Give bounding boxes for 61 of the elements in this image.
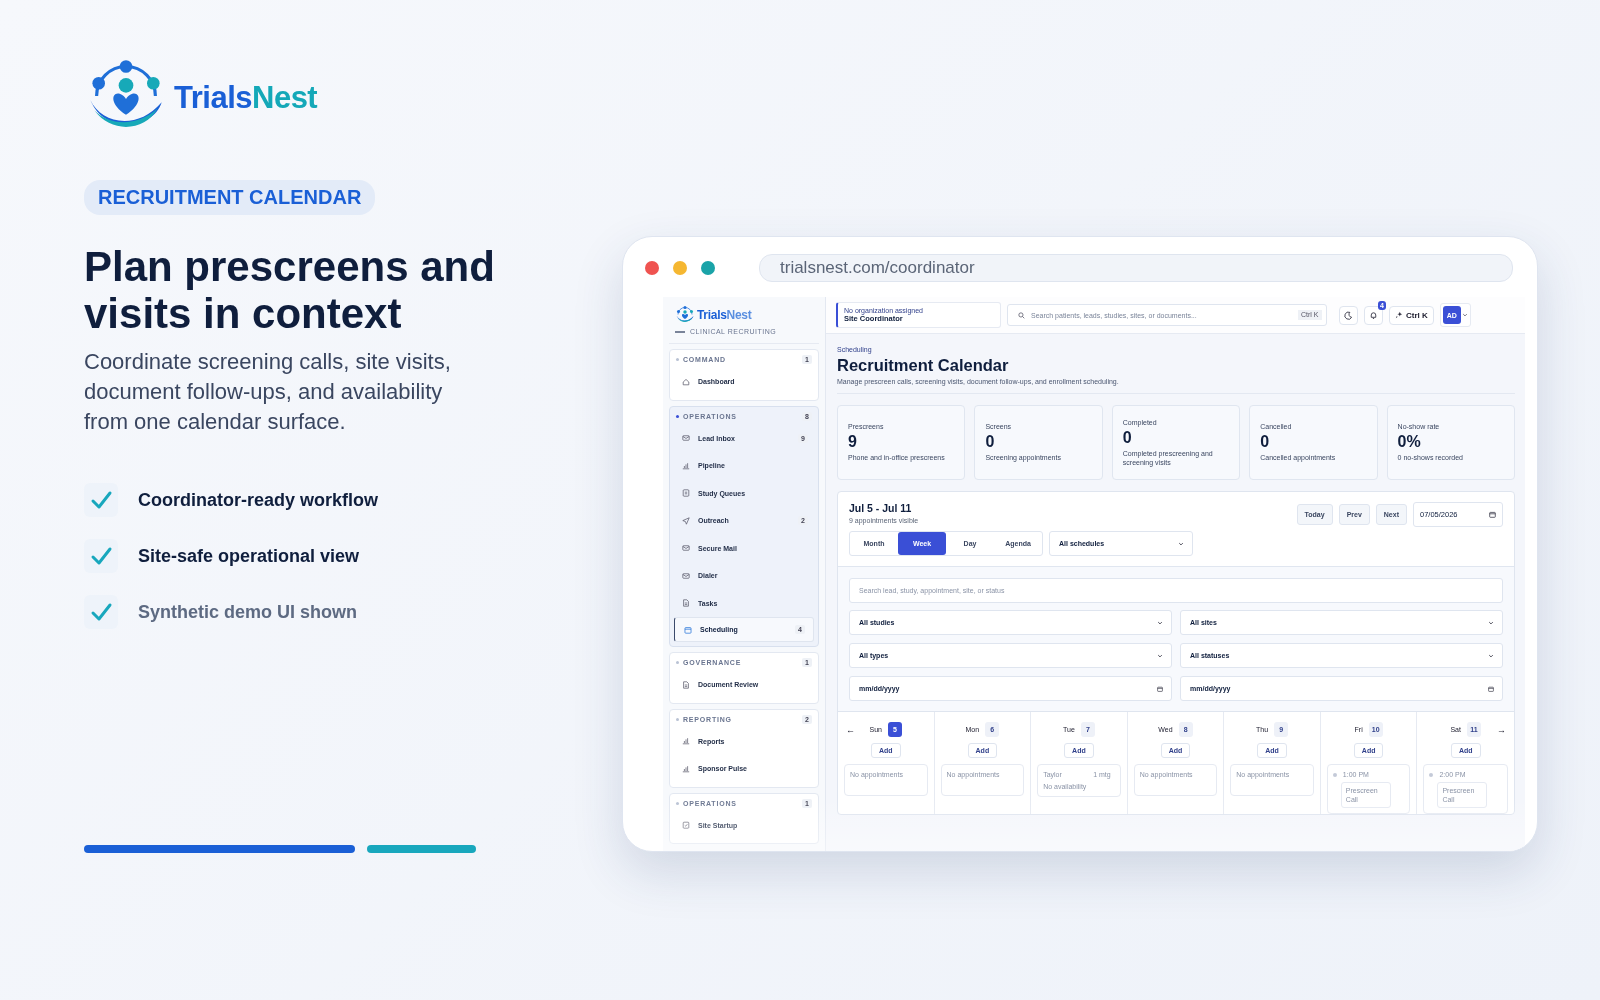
chevron-down-icon xyxy=(1488,652,1494,659)
bar-chart-icon xyxy=(682,461,690,470)
clipboard-icon xyxy=(682,821,690,830)
calendar-icon xyxy=(1489,511,1496,518)
brand-name: TrialsNest xyxy=(174,80,318,116)
chevron-down-icon xyxy=(1178,540,1184,547)
check-icon xyxy=(84,595,118,629)
stat-value: 0 xyxy=(985,433,996,451)
document-icon xyxy=(682,680,690,689)
command-button[interactable]: Ctrl K xyxy=(1389,305,1434,325)
close-dot xyxy=(645,261,659,275)
address-bar[interactable]: trialsnest.com/coordinator xyxy=(759,254,1513,282)
calendar-icon xyxy=(1157,685,1163,692)
headline: Plan prescreens and visits in context xyxy=(84,243,496,337)
check-icon xyxy=(84,539,118,573)
minimize-dot xyxy=(673,261,687,275)
status-dot xyxy=(1332,772,1337,777)
chevron-down-icon xyxy=(1488,619,1494,626)
chevron-down-icon xyxy=(1157,619,1163,626)
chevron-down-icon xyxy=(1461,312,1468,318)
group-dot xyxy=(676,661,679,664)
mail-icon xyxy=(682,434,690,443)
search-icon xyxy=(1018,311,1025,319)
bar-chart-icon xyxy=(682,764,690,773)
page-title: Recruitment Calendar xyxy=(837,356,1010,375)
calendar-icon xyxy=(684,625,692,634)
status-dot xyxy=(1429,772,1434,777)
feature-label: Synthetic demo UI shown xyxy=(138,601,358,623)
group-dot xyxy=(676,801,679,805)
stat-value: 0 xyxy=(1260,433,1271,451)
next-week-arrow[interactable]: → xyxy=(1497,724,1506,735)
logo-icon xyxy=(675,305,695,325)
document-icon xyxy=(682,599,690,608)
mail-icon xyxy=(682,544,690,553)
group-dot xyxy=(676,717,679,721)
stat-value: 9 xyxy=(848,433,858,451)
home-icon xyxy=(682,377,690,386)
bar-chart-icon xyxy=(682,737,690,746)
send-icon xyxy=(682,516,690,525)
group-dot xyxy=(676,414,679,418)
stat-value: 0 xyxy=(1122,428,1133,447)
chevron-down-icon xyxy=(1157,652,1163,659)
previous-week-arrow[interactable]: ← xyxy=(846,724,855,735)
list-icon xyxy=(682,489,690,498)
calendar-icon xyxy=(1488,685,1494,692)
moon-icon xyxy=(1344,310,1353,320)
maximize-dot xyxy=(701,261,715,275)
feature-label: Coordinator-ready workflow xyxy=(138,489,379,511)
tagline-dash xyxy=(675,330,685,333)
group-dot xyxy=(676,358,679,361)
bell-icon xyxy=(1369,310,1378,320)
theme-toggle-button[interactable] xyxy=(1339,305,1358,325)
feature-label: Site-safe operational view xyxy=(138,545,360,567)
brand-name: TrialsNest xyxy=(697,308,752,322)
check-icon xyxy=(84,483,118,517)
mail-icon xyxy=(682,571,690,580)
date-range: Jul 5 - Jul 11 xyxy=(849,502,913,514)
stat-value: 0% xyxy=(1397,433,1422,451)
intro-text: Coordinate screening calls, site visits, document follow-ups, and availability from one calendar surface. xyxy=(84,348,452,436)
sparkle-icon xyxy=(1395,311,1403,319)
section-tag: RECRUITMENT CALENDAR xyxy=(84,180,376,215)
